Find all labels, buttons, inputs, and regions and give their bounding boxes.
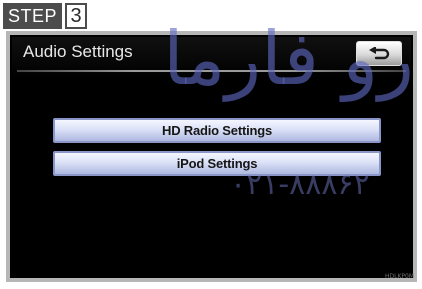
step-indicator: STEP 3 [3,3,88,29]
screen-background: Audio Settings HD Radio Settings iPod Se… [12,37,411,276]
back-button[interactable] [356,41,402,66]
back-arrow-icon [367,46,391,61]
hd-radio-settings-button[interactable]: HD Radio Settings [53,118,381,143]
figure-code: HDLKP0M [384,273,414,280]
title-divider [17,70,406,72]
display-screen: Audio Settings HD Radio Settings iPod Se… [6,31,417,282]
screen-title: Audio Settings [23,42,133,61]
ipod-settings-button[interactable]: iPod Settings [53,151,381,176]
step-label: STEP [3,3,63,29]
step-number: 3 [65,3,88,29]
